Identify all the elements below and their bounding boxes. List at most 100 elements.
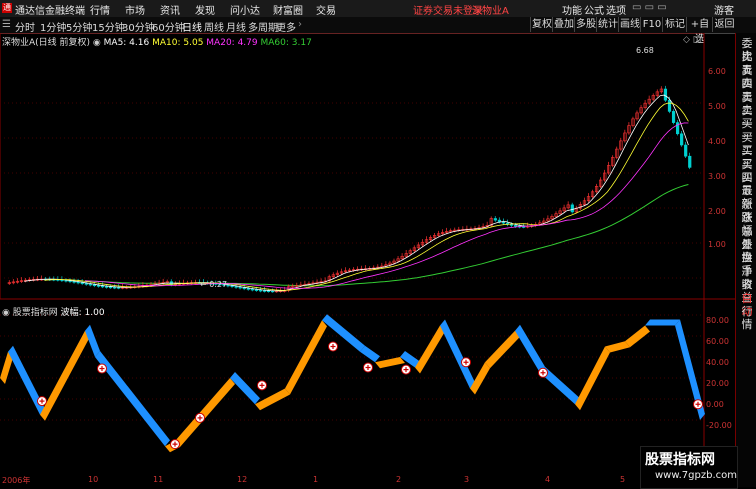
menu-item-hangqing[interactable]: 行情: [90, 2, 110, 17]
candle-body: [266, 290, 271, 293]
candle-body: [493, 218, 497, 221]
mark-button[interactable]: 标记: [662, 17, 687, 32]
menu-item-gongshi[interactable]: 公式: [584, 2, 604, 17]
f10-button[interactable]: F10: [640, 17, 663, 32]
menu-item-caifuquan[interactable]: 财富圈: [273, 2, 303, 17]
app-title: 通达信金融终端: [15, 6, 85, 17]
indicator-tick: 0.00: [706, 400, 724, 409]
pane-controls-icon[interactable]: ◇ □: [683, 35, 701, 45]
indicator-tick: 40.00: [706, 358, 729, 367]
wave-rise: [485, 330, 520, 369]
menu-item-gongneng[interactable]: 功能: [562, 2, 582, 17]
statistics-button[interactable]: 统计: [596, 17, 619, 32]
wave-rise: [375, 357, 405, 369]
price-tick: 5.00: [708, 102, 726, 111]
high-price-label: 6.68: [636, 46, 654, 55]
price-tick: 1.00: [708, 240, 726, 249]
indicator-title: 股票指标网: [12, 308, 58, 318]
indicator-param: 波幅: 1.00: [60, 308, 105, 318]
price-tick: 6.00: [708, 67, 726, 76]
watermark: 股票指标网 www.7gpzb.com: [640, 446, 738, 489]
wave-rise: [175, 378, 235, 447]
fuquan-button[interactable]: 复权: [530, 17, 553, 32]
back-button[interactable]: 返回: [712, 17, 736, 32]
tab-5min[interactable]: 5分钟: [66, 19, 92, 34]
candle-body: [250, 288, 254, 291]
app-logo-icon: 通: [2, 3, 12, 13]
candle-body: [234, 286, 238, 288]
candle-body: [254, 289, 259, 291]
wave-indicator: [0, 314, 705, 453]
price-tick: 4.00: [708, 137, 726, 146]
side-panel-item[interactable]: 行情: [737, 305, 756, 331]
ma-line: [84, 122, 689, 289]
candlesticks: [7, 85, 692, 293]
guest-label[interactable]: 游客: [714, 2, 734, 17]
settings-circle-icon[interactable]: ◉: [93, 38, 104, 48]
ma60-path: [84, 184, 689, 287]
tab-30min[interactable]: 30分钟: [122, 19, 155, 34]
watermark-title: 股票指标网: [645, 452, 715, 468]
low-price-label: ← 0.27: [200, 280, 227, 289]
tab-60min[interactable]: 60分钟: [152, 19, 185, 34]
candle-body: [109, 286, 113, 289]
candle-body: [258, 289, 263, 292]
candle-body: [88, 283, 92, 286]
candle-body: [513, 225, 518, 227]
tab-monthly[interactable]: 月线: [226, 19, 246, 34]
indicator-legend: ◉ 股票指标网 波幅: 1.00: [2, 305, 105, 318]
x-axis-label: 5: [620, 475, 626, 484]
tab-more[interactable]: 更多: [276, 19, 296, 34]
wave-fall: [645, 319, 680, 326]
candle-body: [238, 286, 242, 289]
add-watchlist-button[interactable]: +自选: [686, 17, 713, 45]
candle-body: [242, 287, 246, 290]
menu-item-xuanxiang[interactable]: 选项: [606, 2, 626, 17]
tab-fenshi[interactable]: 分时: [15, 19, 35, 34]
x-axis-label: 11: [153, 475, 164, 484]
x-axis-label: 1: [313, 475, 319, 484]
menu-item-shichang[interactable]: 市场: [125, 2, 145, 17]
wave-rise: [605, 341, 630, 353]
candle-body: [684, 144, 688, 157]
window-controls-icon[interactable]: ▭ ▭ ▭: [632, 2, 667, 13]
ma60-line: [84, 184, 689, 287]
tab-daily[interactable]: 日线: [182, 19, 202, 34]
tab-1min[interactable]: 1分钟: [40, 19, 66, 34]
candle-body: [92, 284, 96, 287]
menu-toggle-icon[interactable]: ☰: [2, 19, 11, 30]
wave-fall: [360, 345, 380, 363]
menu-item-zixun[interactable]: 资讯: [160, 2, 180, 17]
tab-15min[interactable]: 15分钟: [92, 19, 125, 34]
menu-item-wenxiaoda[interactable]: 问小达: [230, 2, 260, 17]
draw-line-button[interactable]: 画线: [618, 17, 641, 32]
candle-body: [84, 283, 88, 285]
wave-fall: [440, 319, 475, 389]
menu-item-jiaoyi[interactable]: 交易: [316, 2, 336, 17]
wave-rise: [40, 330, 90, 421]
indicator-tick: 20.00: [706, 379, 729, 388]
overlay-button[interactable]: 叠加: [552, 17, 575, 32]
candle-body: [680, 133, 684, 146]
ma10-label: MA10: 5.05: [152, 38, 204, 48]
chart-area[interactable]: ← 0.27 6.68: [0, 33, 735, 487]
more-arrow-icon[interactable]: ›: [298, 19, 302, 30]
wave-rise: [415, 325, 445, 374]
indicator-settings-icon[interactable]: ◉: [2, 308, 13, 318]
wave-fall: [515, 324, 545, 373]
multi-stock-button[interactable]: 多股: [574, 17, 597, 32]
current-stock-name: 深物业A: [472, 6, 509, 17]
ma-line: [24, 94, 689, 292]
tab-multi-period[interactable]: 多周期: [248, 19, 278, 34]
menu-item-faxian[interactable]: 发现: [195, 2, 215, 17]
ma60-label: MA60: 3.17: [260, 38, 312, 48]
candle-body: [663, 88, 668, 101]
tab-weekly[interactable]: 周线: [204, 19, 224, 34]
candle-body: [80, 282, 84, 284]
candle-body: [262, 290, 267, 292]
main-chart-frame: [0, 33, 705, 300]
ma5-label: MA5: 4.16: [103, 38, 150, 48]
x-axis-label: 4: [545, 475, 551, 484]
candle-body: [688, 155, 692, 168]
stock-title: 深物业A(日线 前复权): [2, 38, 91, 48]
